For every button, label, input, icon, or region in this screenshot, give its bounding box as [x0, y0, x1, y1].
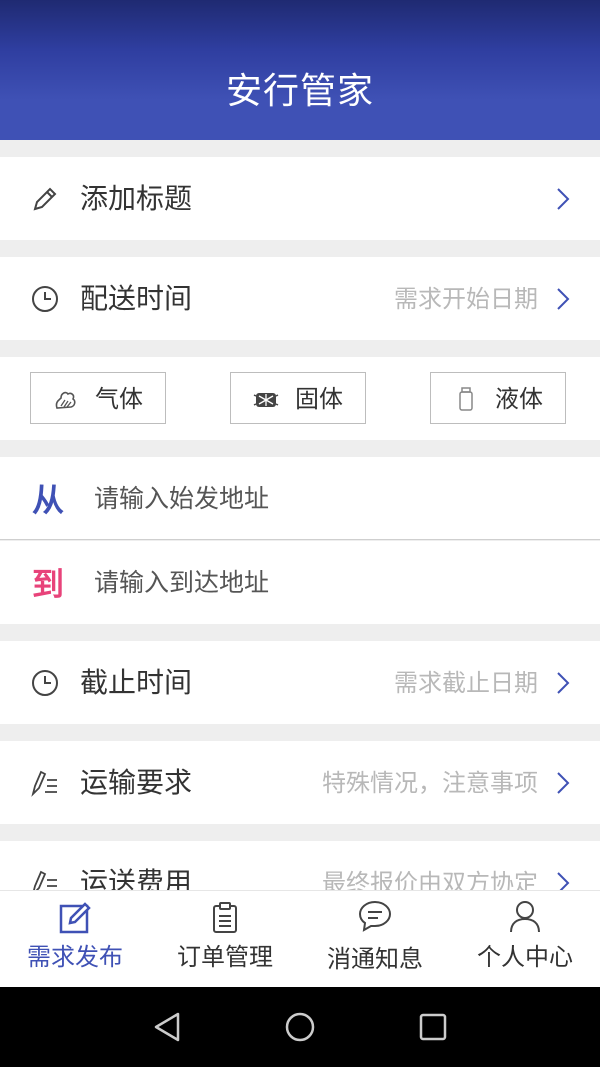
bottom-tab-bar: 需求发布 订单管理 消通知息 个人中心	[0, 890, 600, 987]
delivery-time-label: 配送时间	[80, 282, 193, 315]
note-pencil-icon	[33, 870, 57, 890]
gas-button[interactable]: 气体	[30, 372, 166, 424]
from-mark: 从	[32, 481, 65, 519]
fee-hint: 最终报价由双方协定	[322, 869, 538, 890]
recents-icon[interactable]	[418, 1012, 448, 1042]
requirements-row[interactable]: 运输要求 特殊情况，注意事项	[0, 741, 600, 824]
tab-label: 订单管理	[177, 943, 273, 971]
deadline-label: 截止时间	[80, 666, 193, 699]
note-pencil-icon	[31, 770, 57, 797]
to-address-input[interactable]: 请输入到达地址	[94, 565, 269, 601]
clock-icon	[32, 286, 58, 312]
liquid-icon	[459, 387, 473, 411]
form-scroll-area[interactable]: 添加标题 配送时间 需求开始日期 气体 固体 液体 从 请输入始发地址 到 请输…	[0, 140, 600, 890]
fee-label: 运送费用	[80, 866, 193, 890]
tab-label: 需求发布	[27, 943, 123, 971]
gas-label: 气体	[95, 385, 143, 413]
fee-row[interactable]: 运送费用 最终报价由双方协定	[0, 841, 600, 890]
tab-messages[interactable]: 消通知息	[300, 891, 450, 988]
clock-icon	[32, 670, 58, 696]
delivery-time-row[interactable]: 配送时间 需求开始日期	[0, 257, 600, 340]
add-title-row[interactable]: 添加标题	[0, 157, 600, 240]
to-mark: 到	[32, 565, 65, 603]
chevron-right-icon	[557, 188, 570, 210]
tab-personal-center[interactable]: 个人中心	[450, 891, 600, 988]
liquid-label: 液体	[495, 385, 543, 413]
clipboard-icon	[213, 902, 237, 933]
deadline-hint: 需求截止日期	[394, 669, 538, 697]
add-title-label: 添加标题	[80, 182, 193, 215]
requirements-label: 运输要求	[80, 766, 193, 799]
app-title: 安行管家	[225, 71, 374, 112]
pencil-icon	[33, 187, 57, 211]
solid-icon	[253, 393, 279, 407]
system-navigation-bar	[0, 987, 600, 1067]
gas-icon	[55, 391, 76, 409]
person-icon	[510, 901, 540, 933]
to-address-row[interactable]: 到 请输入到达地址	[0, 541, 600, 624]
chevron-right-icon	[557, 672, 570, 694]
delivery-time-hint: 需求开始日期	[394, 285, 538, 313]
app-header: 安行管家	[0, 0, 600, 140]
chevron-right-icon	[557, 288, 570, 310]
back-icon[interactable]	[152, 1011, 182, 1043]
from-address-row[interactable]: 从 请输入始发地址	[0, 457, 600, 540]
edit-square-icon	[59, 902, 91, 934]
deadline-row[interactable]: 截止时间 需求截止日期	[0, 641, 600, 724]
chevron-right-icon	[557, 872, 570, 890]
from-address-input[interactable]: 请输入始发地址	[94, 481, 269, 517]
chat-bubble-icon	[358, 900, 392, 932]
tab-label: 消通知息	[327, 945, 423, 973]
tab-publish-demand[interactable]: 需求发布	[0, 891, 150, 988]
tab-order-management[interactable]: 订单管理	[150, 891, 300, 988]
chevron-right-icon	[557, 772, 570, 794]
solid-label: 固体	[295, 385, 343, 413]
liquid-button[interactable]: 液体	[430, 372, 566, 424]
tab-label: 个人中心	[477, 943, 573, 971]
solid-button[interactable]: 固体	[230, 372, 366, 424]
requirements-hint: 特殊情况，注意事项	[322, 769, 538, 797]
home-icon[interactable]	[284, 1011, 316, 1043]
